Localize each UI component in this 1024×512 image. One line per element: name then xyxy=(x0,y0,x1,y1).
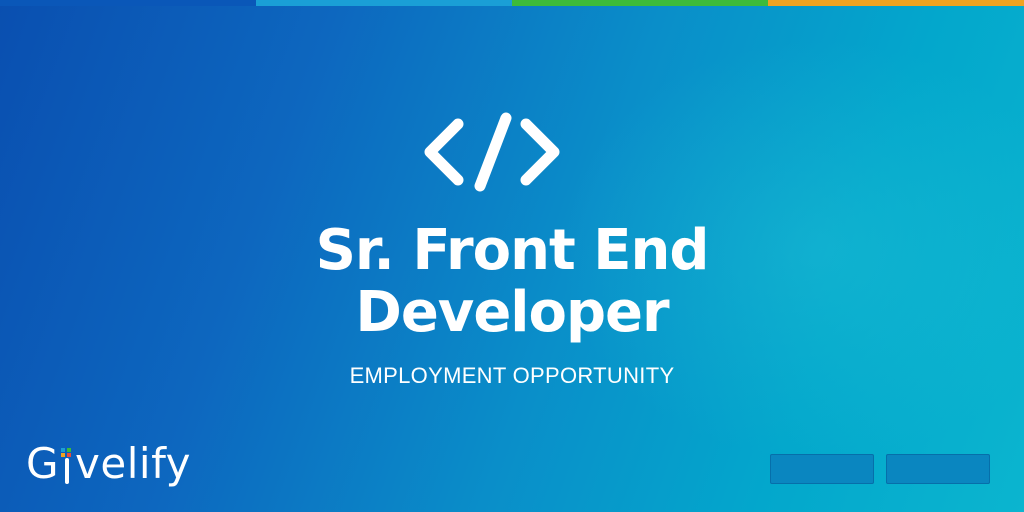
logo-i-dot xyxy=(61,453,66,457)
code-brackets-icon xyxy=(424,112,560,192)
subtitle: EMPLOYMENT OPPORTUNITY xyxy=(349,363,675,388)
job-title-line-2: Developer xyxy=(355,280,669,345)
logo-rest: velify xyxy=(75,439,191,488)
logo-i-dot xyxy=(67,448,72,452)
placeholder-button-left[interactable] xyxy=(770,454,874,484)
top-bar-segment xyxy=(512,0,768,6)
logo-letter-i xyxy=(60,436,74,492)
logo-i-dot xyxy=(61,448,66,452)
logo-i-stem xyxy=(65,458,70,484)
logo-letter-g: G xyxy=(26,439,60,488)
top-bar-segment xyxy=(256,0,512,6)
top-bar-segment xyxy=(0,0,256,6)
givelify-logo: G velify xyxy=(26,436,191,500)
placeholder-button-right[interactable] xyxy=(886,454,990,484)
banner: Sr. Front End Developer EMPLOYMENT OPPOR… xyxy=(0,0,1024,512)
top-color-bar xyxy=(0,0,1024,6)
job-title-line-1: Sr. Front End xyxy=(315,218,710,283)
job-title: Sr. Front End Developer xyxy=(0,220,1024,344)
top-bar-segment xyxy=(768,0,1024,6)
logo-i-dot xyxy=(67,453,72,457)
